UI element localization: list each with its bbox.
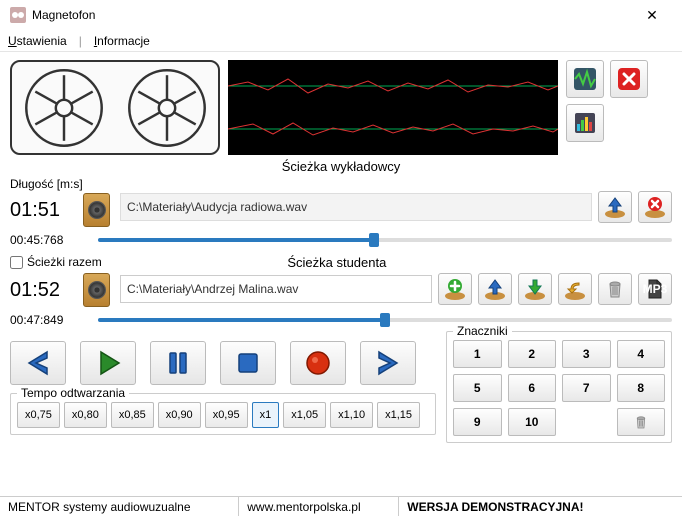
waveform-display (228, 60, 558, 155)
marker-button[interactable]: 1 (453, 340, 502, 368)
tape-reels-graphic (10, 60, 220, 155)
tempo-option[interactable]: x1,05 (283, 402, 326, 428)
marker-button[interactable]: 2 (508, 340, 557, 368)
play-button[interactable] (80, 341, 136, 385)
student-trash-button[interactable] (598, 273, 632, 305)
marker-button[interactable]: 9 (453, 408, 502, 436)
tracks-together-label: Ścieżki razem (27, 255, 102, 269)
marker-button[interactable]: 10 (508, 408, 557, 436)
student-speaker-button[interactable] (83, 273, 110, 307)
close-track-button[interactable] (610, 60, 648, 98)
lecturer-slider[interactable] (98, 233, 672, 247)
lecturer-speaker-button[interactable] (83, 193, 110, 227)
menu-settings[interactable]: Ustawienia (8, 34, 67, 48)
footer-company: MENTOR systemy audiowuzualne (0, 497, 239, 516)
svg-text:MP3: MP3 (643, 282, 667, 296)
student-add-button[interactable] (438, 273, 472, 305)
pause-button[interactable] (150, 341, 206, 385)
lecturer-path-field: C:\Materiały\Audycja radiowa.wav (120, 193, 592, 221)
prev-button[interactable] (10, 341, 66, 385)
marker-button[interactable]: 4 (617, 340, 666, 368)
close-button[interactable]: ✕ (632, 7, 672, 24)
tempo-option[interactable]: x1,10 (330, 402, 373, 428)
student-mp3-button[interactable]: MP3 (638, 273, 672, 305)
menu-separator: | (79, 34, 82, 48)
footer-url: www.mentorpolska.pl (239, 497, 399, 516)
lecturer-delete-button[interactable] (638, 191, 672, 223)
marker-button[interactable]: 5 (453, 374, 502, 402)
footer-version: WERSJA DEMONSTRACYJNA! (399, 497, 682, 516)
tracks-together-checkbox[interactable] (10, 256, 23, 269)
marker-button[interactable]: 6 (508, 374, 557, 402)
tempo-option[interactable]: x0,90 (158, 402, 201, 428)
tempo-option[interactable]: x0,85 (111, 402, 154, 428)
window-title: Magnetofon (32, 8, 632, 22)
student-upload-button[interactable] (478, 273, 512, 305)
tempo-option[interactable]: x0,95 (205, 402, 248, 428)
menu-info[interactable]: Informacje (94, 34, 150, 48)
lecturer-upload-button[interactable] (598, 191, 632, 223)
marker-button[interactable]: 8 (617, 374, 666, 402)
lecturer-timecode: 00:45:768 (10, 233, 90, 247)
student-slider[interactable] (98, 313, 672, 327)
stop-button[interactable] (220, 341, 276, 385)
markers-group: Znaczniki 12345678910 (446, 331, 672, 443)
student-path-field[interactable]: C:\Materiały\Andrzej Malina.wav (120, 275, 432, 303)
student-track-label: Ścieżka studenta (102, 255, 572, 270)
marker-button[interactable]: 7 (562, 374, 611, 402)
tempo-option[interactable]: x1 (252, 402, 280, 428)
tempo-option[interactable]: x0,80 (64, 402, 107, 428)
lecturer-track-label: Ścieżka wykładowcy (10, 159, 672, 174)
record-button[interactable] (290, 341, 346, 385)
menu-info-label: Informacje (94, 34, 150, 48)
markers-label: Znaczniki (453, 324, 512, 338)
student-download-button[interactable] (518, 273, 552, 305)
menu-settings-label: Ustawienia (8, 34, 67, 48)
student-length: 01:52 (10, 279, 77, 302)
lecturer-length: 01:51 (10, 199, 77, 222)
oscilloscope-button[interactable] (566, 60, 604, 98)
tempo-label: Tempo odtwarzania (17, 386, 129, 400)
tempo-option[interactable]: x1,15 (377, 402, 420, 428)
tempo-group: Tempo odtwarzania x0,75x0,80x0,85x0,90x0… (10, 393, 436, 435)
length-label: Długość [m:s] (10, 177, 110, 191)
student-undo-button[interactable] (558, 273, 592, 305)
markers-trash-button[interactable] (617, 408, 666, 436)
student-timecode: 00:47:849 (10, 313, 90, 327)
tempo-option[interactable]: x0,75 (17, 402, 60, 428)
marker-button[interactable]: 3 (562, 340, 611, 368)
next-button[interactable] (360, 341, 416, 385)
app-icon (10, 7, 26, 23)
equalizer-button[interactable] (566, 104, 604, 142)
